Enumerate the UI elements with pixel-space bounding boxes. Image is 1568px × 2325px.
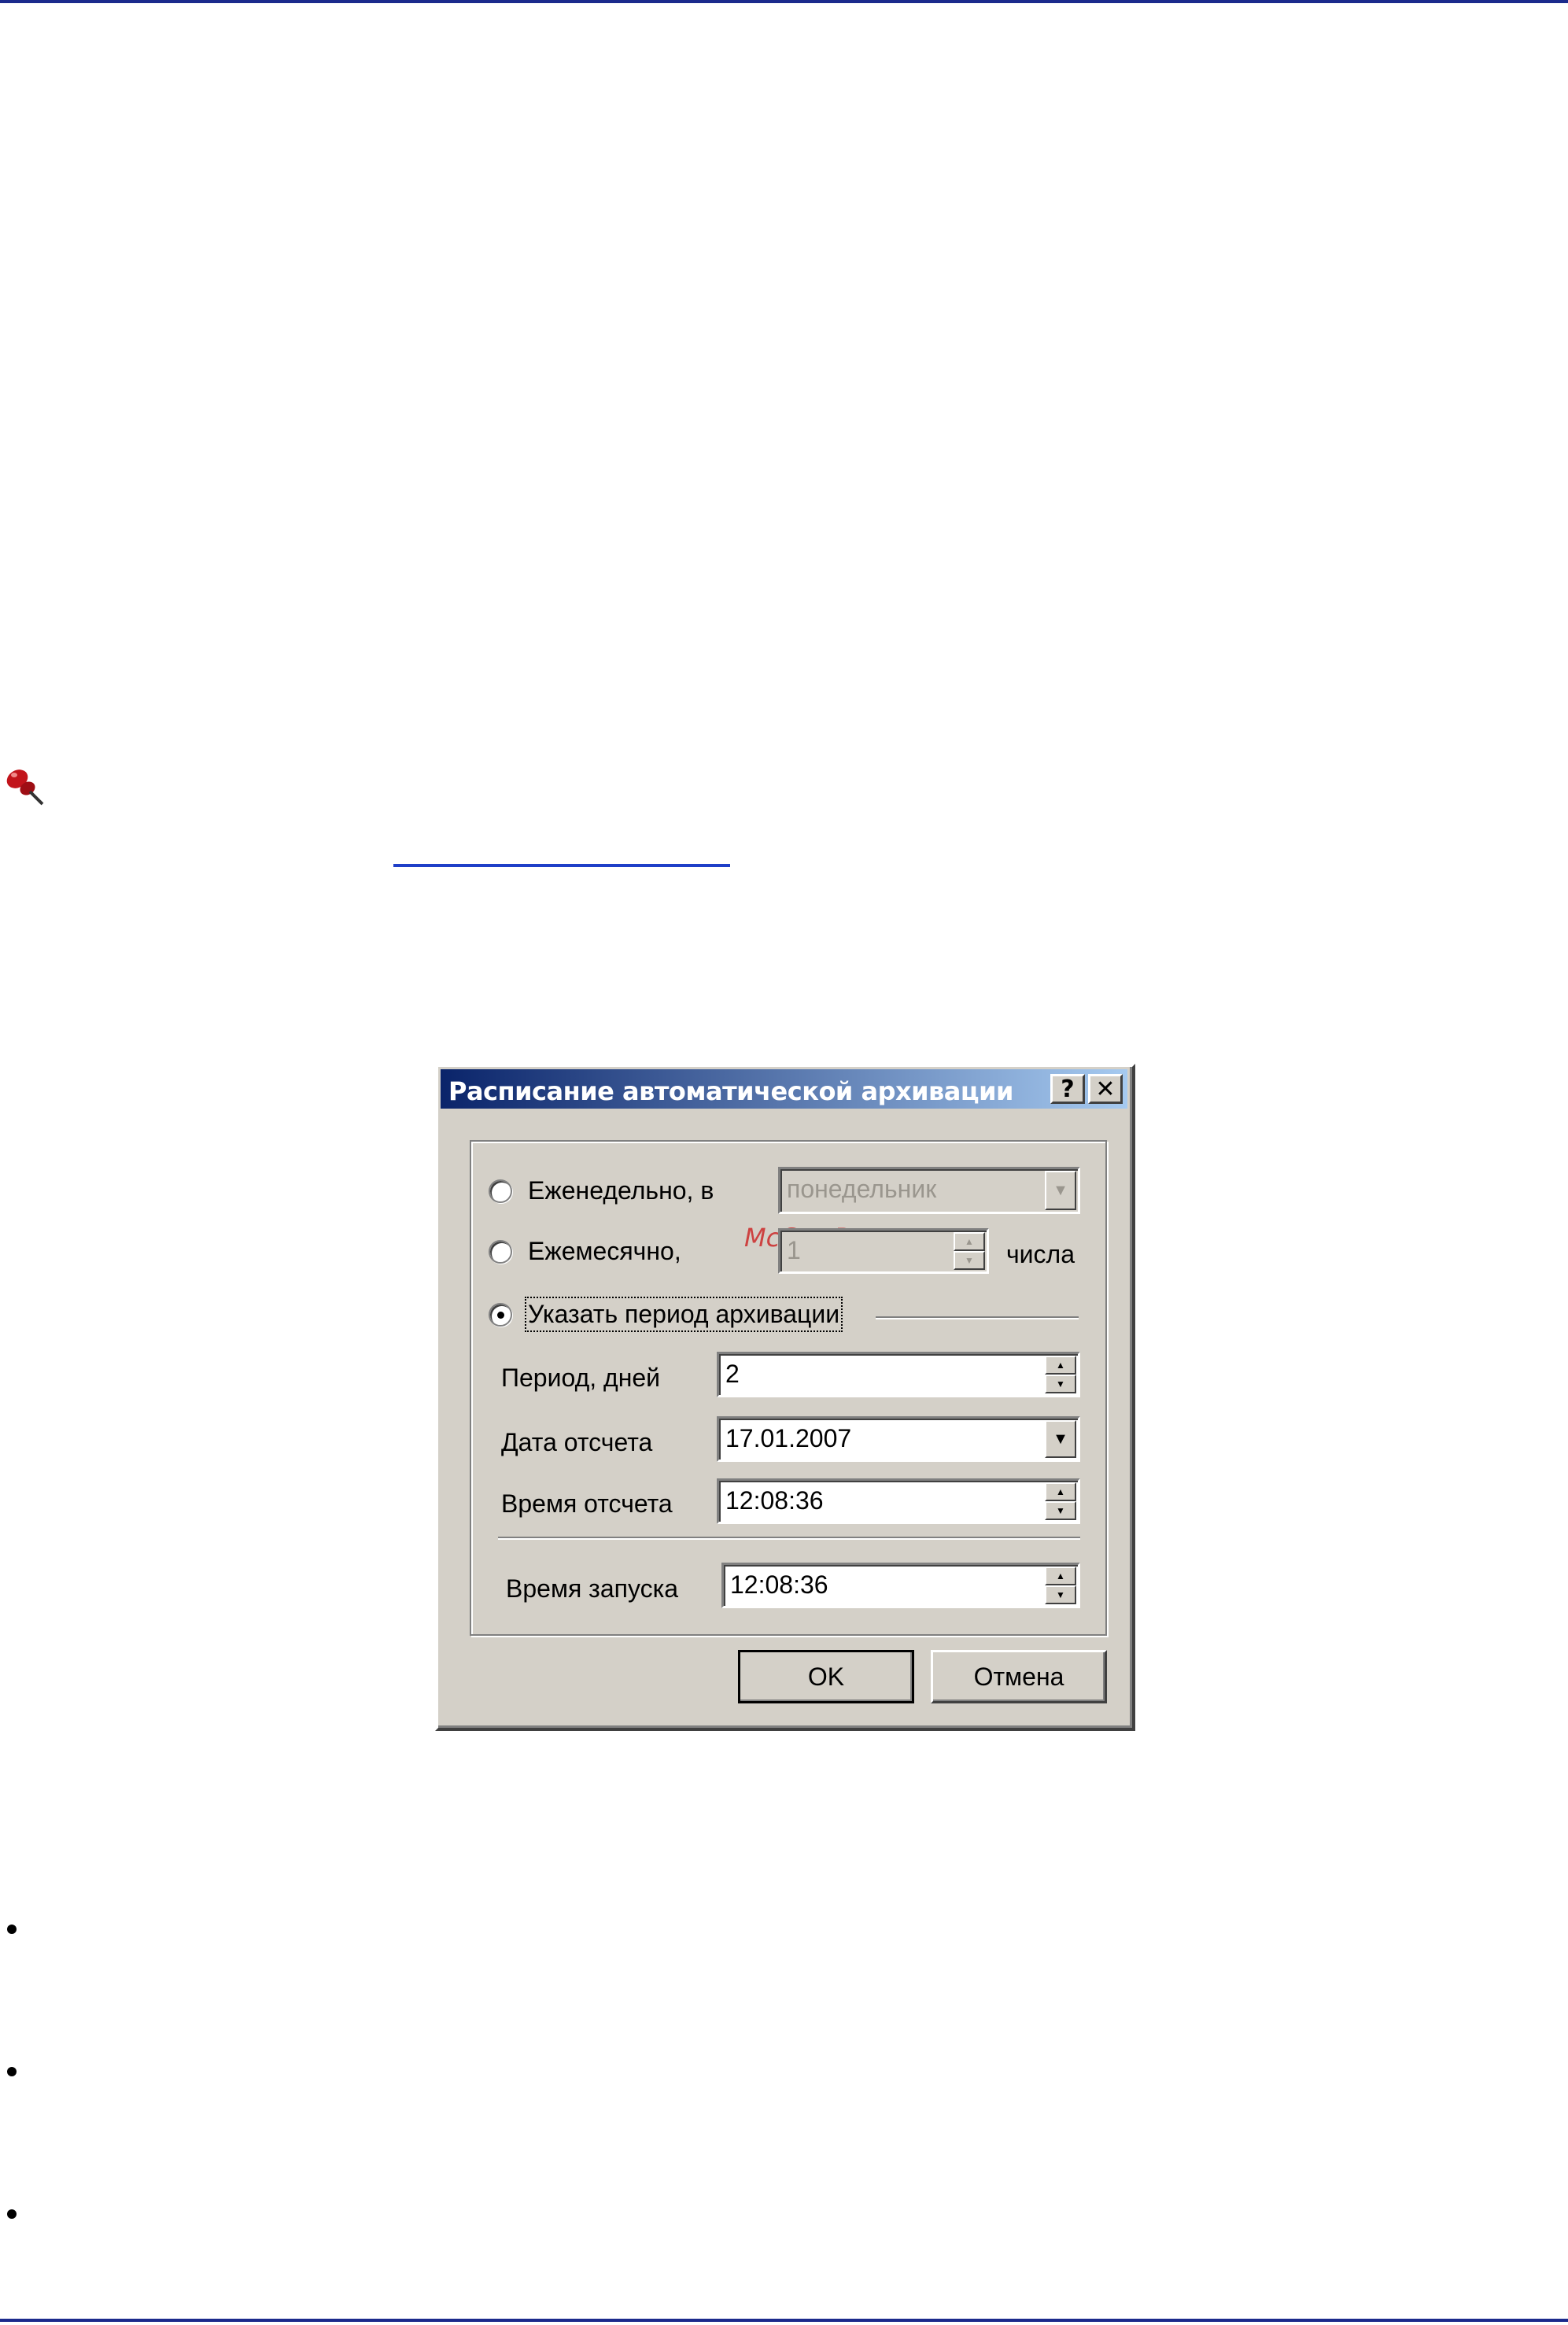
spin-down-icon[interactable]: ▼: [954, 1251, 985, 1270]
schedule-groupbox: McGrp.Ru Еженедельно, в понедельник ▼ Еж…: [470, 1140, 1107, 1636]
period-days-spinner[interactable]: 2 ▲ ▼: [717, 1352, 1080, 1397]
cancel-button[interactable]: Отмена: [931, 1650, 1107, 1703]
start-time-label: Время отсчета: [501, 1489, 673, 1518]
bullet-point: [7, 2209, 17, 2219]
spin-down-icon[interactable]: ▼: [1045, 1501, 1076, 1520]
spin-up-icon[interactable]: ▲: [1045, 1567, 1076, 1585]
start-date-picker[interactable]: 17.01.2007 ▼: [717, 1416, 1080, 1462]
bullet-point: [7, 2067, 17, 2076]
top-rule: [0, 0, 1568, 3]
bottom-rule: [0, 2319, 1568, 2322]
spin-up-icon[interactable]: ▲: [1045, 1356, 1076, 1375]
bullet-point: [7, 1925, 17, 1934]
spin-down-icon[interactable]: ▼: [1045, 1375, 1076, 1393]
hyperlink-underline[interactable]: [393, 864, 730, 867]
start-date-value: 17.01.2007: [725, 1424, 852, 1452]
weekly-label: Еженедельно, в: [528, 1176, 714, 1205]
spin-up-icon[interactable]: ▲: [954, 1232, 985, 1251]
schedule-dialog: Расписание автоматической архивации ? ✕ …: [435, 1064, 1135, 1731]
spin-up-icon[interactable]: ▲: [1045, 1482, 1076, 1501]
period-divider: [876, 1316, 1079, 1318]
period-option-label: Указать период архивации: [524, 1297, 843, 1332]
monthly-suffix: числа: [1006, 1240, 1075, 1268]
launch-time-label: Время запуска: [506, 1574, 679, 1603]
section-divider: [498, 1537, 1080, 1538]
ok-button[interactable]: OK: [738, 1650, 914, 1703]
period-days-spin-buttons[interactable]: ▲ ▼: [1045, 1356, 1076, 1393]
start-time-value: 12:08:36: [725, 1486, 824, 1515]
month-day-value: 1: [787, 1236, 801, 1264]
start-time-spin-buttons[interactable]: ▲ ▼: [1045, 1482, 1076, 1520]
period-days-value: 2: [725, 1360, 740, 1388]
radio-monthly[interactable]: [489, 1240, 512, 1264]
start-date-label: Дата отсчета: [501, 1428, 653, 1456]
help-button[interactable]: ?: [1050, 1074, 1085, 1104]
chevron-down-icon[interactable]: ▼: [1045, 1420, 1076, 1458]
radio-period[interactable]: [489, 1303, 512, 1327]
month-day-spin-buttons[interactable]: ▲ ▼: [954, 1232, 985, 1270]
launch-time-value: 12:08:36: [730, 1570, 828, 1599]
dialog-title: Расписание автоматической архивации: [448, 1076, 1013, 1106]
dialog-titlebar[interactable]: Расписание автоматической архивации ? ✕: [441, 1069, 1127, 1109]
weekday-value: понедельник: [787, 1175, 937, 1203]
radio-weekly[interactable]: [489, 1179, 512, 1203]
monthly-label: Ежемесячно,: [528, 1237, 681, 1265]
period-days-label: Период, дней: [501, 1364, 661, 1392]
start-time-spinner[interactable]: 12:08:36 ▲ ▼: [717, 1478, 1080, 1524]
pushpin-icon: [6, 769, 44, 806]
close-button[interactable]: ✕: [1088, 1074, 1123, 1104]
spin-down-icon[interactable]: ▼: [1045, 1585, 1076, 1604]
weekday-select[interactable]: понедельник ▼: [778, 1167, 1080, 1214]
launch-time-spin-buttons[interactable]: ▲ ▼: [1045, 1567, 1076, 1604]
chevron-down-icon[interactable]: ▼: [1045, 1171, 1076, 1210]
launch-time-spinner[interactable]: 12:08:36 ▲ ▼: [721, 1563, 1080, 1608]
month-day-spinner[interactable]: 1 ▲ ▼: [778, 1228, 989, 1274]
